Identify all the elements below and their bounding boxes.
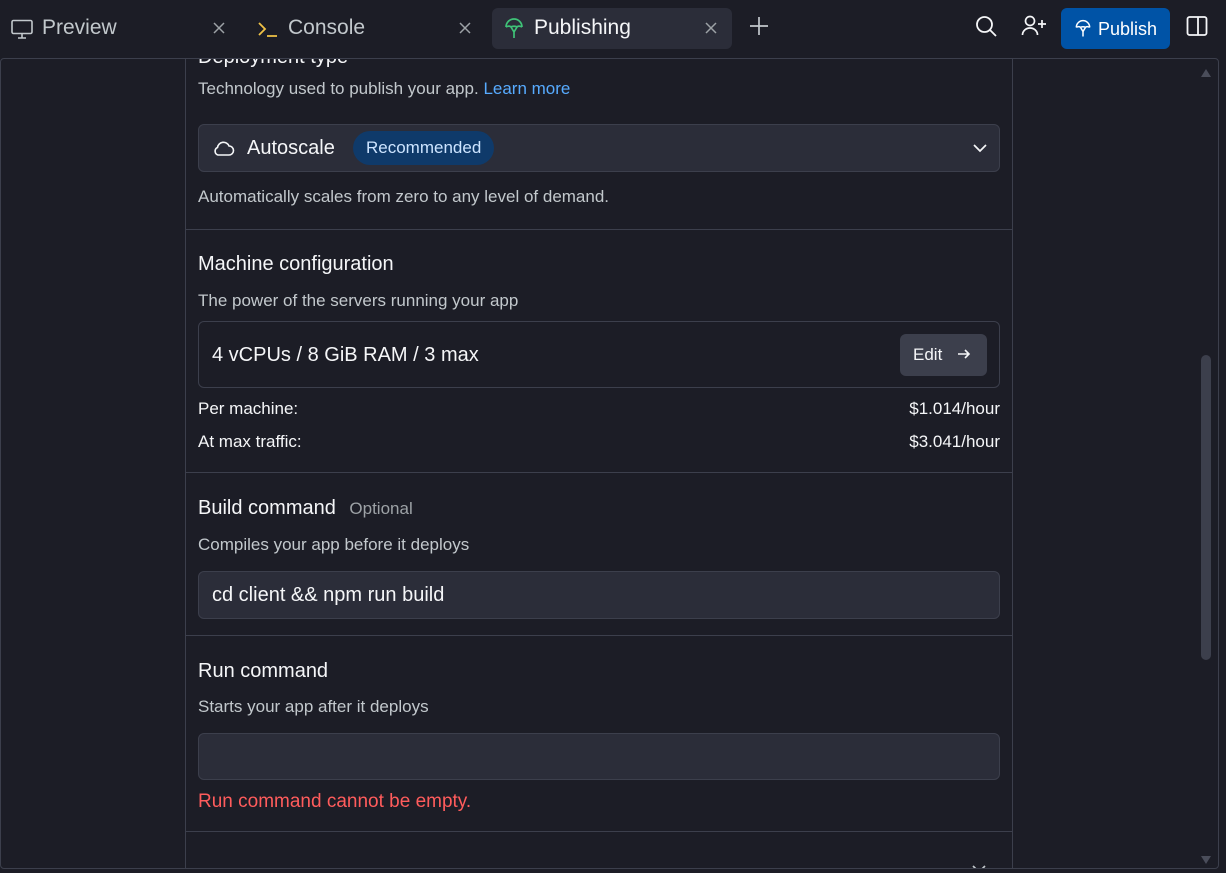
section-title-row: Build command Optional	[198, 497, 413, 520]
edit-label: Edit	[913, 345, 943, 364]
tab-label: Publishing	[534, 16, 631, 39]
tab-label: Console	[288, 16, 366, 39]
publishing-icon	[502, 17, 526, 41]
section-title: Build command	[198, 497, 336, 519]
build-command-value: cd client && npm run build	[212, 584, 445, 606]
cloud-icon	[211, 137, 235, 164]
optional-label: Optional	[349, 499, 413, 518]
terminal-icon	[256, 17, 280, 41]
section-description: Compiles your app before it deploys	[198, 535, 470, 554]
tab-publishing[interactable]: Publishing	[492, 8, 732, 49]
monitor-icon	[10, 17, 34, 41]
tab-label: Preview	[42, 16, 117, 39]
run-command-error: Run command cannot be empty.	[198, 791, 472, 812]
description-text: Technology used to publish your app.	[198, 79, 479, 98]
plus-icon	[748, 15, 770, 42]
tab-console[interactable]: Console	[246, 8, 486, 49]
new-tab-button[interactable]	[741, 10, 777, 46]
run-command-section: Run command Starts your app after it dep…	[186, 636, 1012, 832]
section-description: The power of the servers running your ap…	[198, 291, 519, 310]
section-description: Technology used to publish your app. Lea…	[198, 79, 570, 99]
selected-option: Autoscale	[247, 137, 335, 159]
next-section-clipped	[186, 832, 1012, 868]
edit-machine-button[interactable]: Edit	[900, 334, 987, 376]
close-icon[interactable]	[210, 19, 228, 37]
per-machine-value: $1.014/hour	[909, 399, 1000, 418]
scroll-thumb[interactable]	[1201, 355, 1211, 660]
arrow-right-icon	[956, 346, 972, 367]
search-button[interactable]	[968, 10, 1004, 46]
publishing-settings-panel: Deployment type Technology used to publi…	[185, 59, 1013, 868]
build-command-section: Build command Optional Compiles your app…	[186, 473, 1012, 636]
build-command-input[interactable]: cd client && npm run build	[198, 571, 1000, 619]
section-title: Run command	[198, 660, 329, 682]
publishing-pane: Deployment type Technology used to publi…	[0, 58, 1219, 869]
scroll-up-arrow-icon[interactable]	[1200, 65, 1212, 83]
machine-configuration-section: Machine configuration The power of the s…	[186, 230, 1012, 473]
per-machine-label: Per machine:	[198, 399, 299, 418]
machine-config-card: 4 vCPUs / 8 GiB RAM / 3 max Edit	[198, 321, 1000, 388]
close-icon[interactable]	[702, 19, 720, 37]
chevron-down-icon[interactable]	[970, 860, 988, 868]
publish-label: Publish	[1098, 19, 1158, 39]
deployment-type-section: Deployment type Technology used to publi…	[186, 59, 1012, 230]
recommended-badge: Recommended	[353, 131, 495, 165]
machine-config-value: 4 vCPUs / 8 GiB RAM / 3 max	[212, 344, 479, 366]
max-traffic-value: $3.041/hour	[909, 432, 1000, 451]
scroll-down-arrow-icon[interactable]	[1200, 852, 1212, 868]
section-title: Machine configuration	[198, 253, 394, 275]
search-icon	[974, 14, 998, 43]
section-description: Starts your app after it deploys	[198, 697, 429, 716]
tab-preview[interactable]: Preview	[0, 8, 240, 49]
deployment-type-select[interactable]: Autoscale Recommended	[198, 124, 1000, 172]
close-icon[interactable]	[456, 19, 474, 37]
publish-button[interactable]: Publish	[1061, 8, 1170, 49]
learn-more-link[interactable]: Learn more	[483, 79, 570, 98]
deployment-note: Automatically scales from zero to any le…	[198, 187, 610, 206]
vertical-scrollbar[interactable]	[1196, 59, 1218, 868]
invite-button[interactable]	[1016, 10, 1052, 46]
workspace-tab-bar: Preview Console Publishing Publish	[0, 0, 1226, 58]
max-traffic-label: At max traffic:	[198, 432, 302, 451]
add-user-icon	[1021, 14, 1047, 43]
toggle-panel-button[interactable]	[1179, 10, 1215, 46]
section-title: Deployment type	[198, 59, 348, 69]
sidebar-layout-icon	[1185, 14, 1209, 43]
run-command-input[interactable]	[198, 733, 1000, 780]
chevron-down-icon	[971, 139, 989, 162]
publishing-icon	[1073, 19, 1093, 39]
